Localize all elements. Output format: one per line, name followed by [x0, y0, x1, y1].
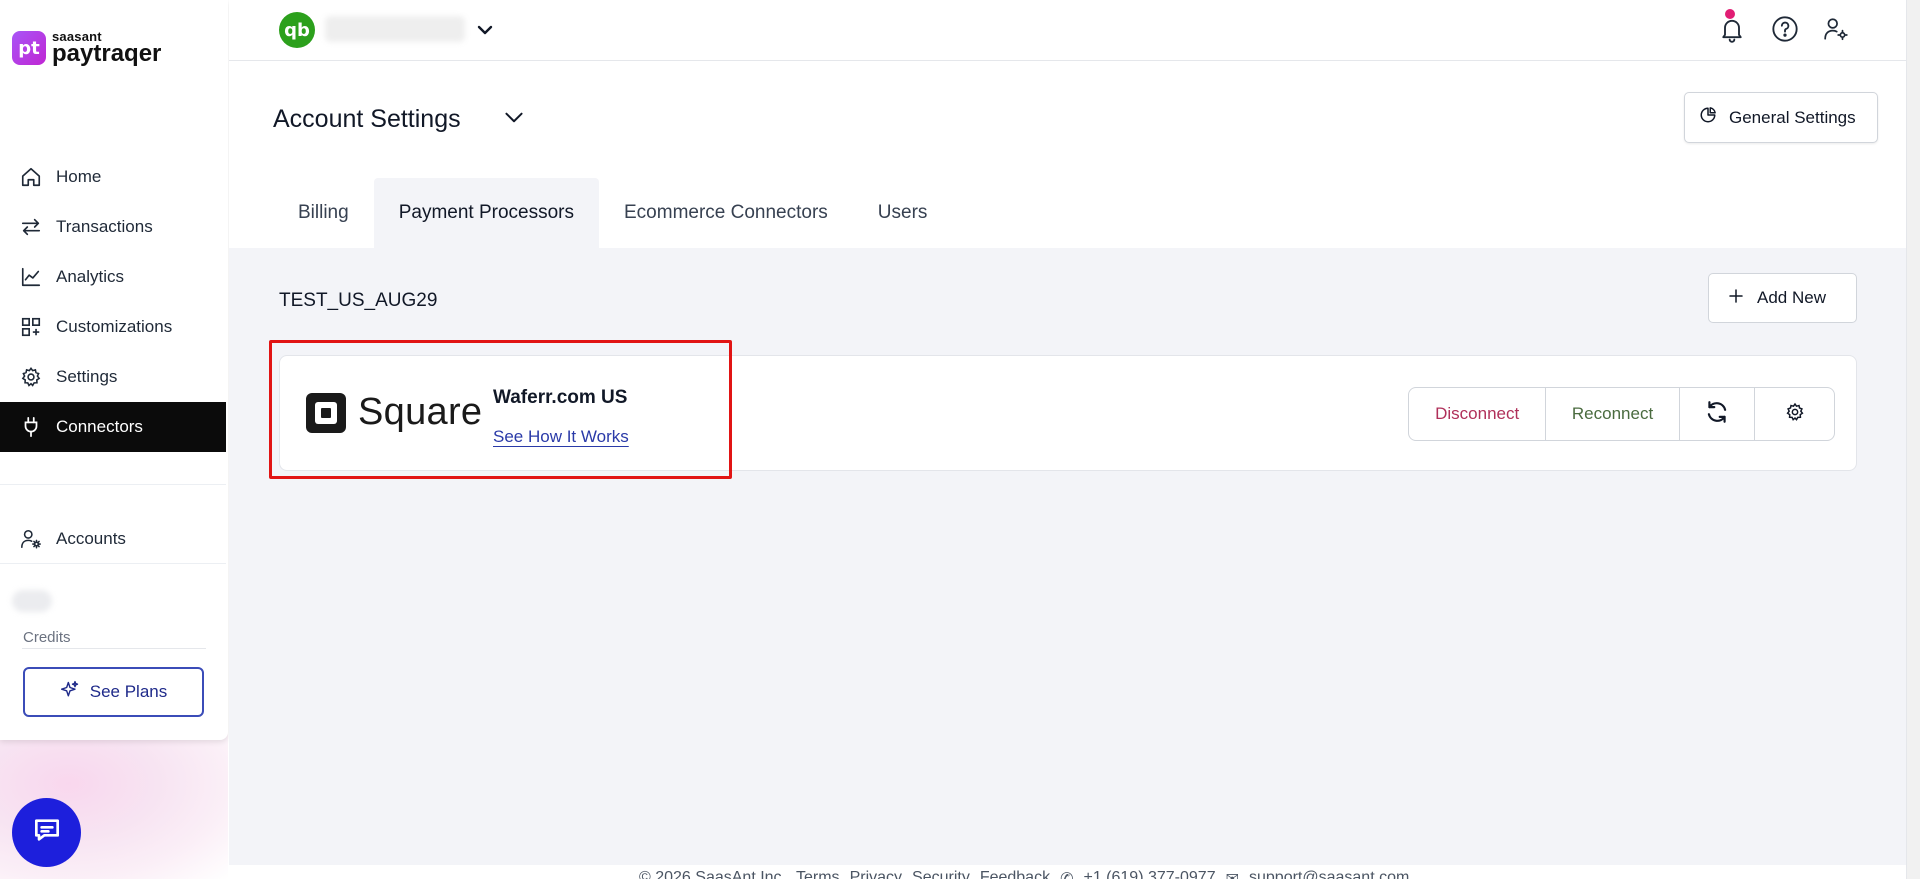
brand-logo[interactable]: pt saasant paytraqer — [12, 30, 161, 66]
sidebar-item-label: Connectors — [56, 417, 143, 436]
see-plans-label: See Plans — [89, 682, 168, 701]
page-title: Account Settings — [273, 105, 461, 133]
grid-plus-icon — [20, 316, 42, 338]
sidebar-item-analytics[interactable]: Analytics — [0, 252, 226, 302]
scrollbar[interactable] — [1906, 0, 1920, 879]
sidebar-item-label: Analytics — [56, 267, 125, 286]
logo-mark: pt — [12, 31, 46, 65]
reconnect-button[interactable]: Reconnect — [1546, 388, 1680, 440]
processor-actions: Disconnect Reconnect — [1408, 387, 1835, 441]
sidebar-item-accounts-wrap: Accounts — [0, 514, 226, 564]
settings-tabs: Billing Payment Processors Ecommerce Con… — [273, 178, 952, 248]
home-icon — [20, 166, 42, 188]
see-how-it-works-link[interactable]: See How It Works — [493, 427, 629, 447]
sidebar-divider — [0, 563, 226, 564]
sidebar-item-label: Transactions — [56, 217, 153, 236]
help-icon[interactable] — [1770, 14, 1800, 44]
footer-copyright: © 2026 SaasAnt Inc. — [639, 869, 786, 879]
chat-icon — [31, 814, 63, 851]
sidebar-item-accounts[interactable]: Accounts — [0, 514, 226, 564]
sidebar-item-settings[interactable]: Settings — [0, 352, 226, 402]
tab-billing[interactable]: Billing — [273, 178, 374, 248]
top-bar: qb — [229, 0, 1920, 61]
sidebar-item-label: Accounts — [56, 529, 126, 548]
disconnect-button[interactable]: Disconnect — [1409, 388, 1547, 440]
chart-icon — [20, 266, 42, 288]
sidebar-item-transactions[interactable]: Transactions — [0, 202, 226, 252]
user-settings-icon[interactable] — [1821, 14, 1851, 44]
logo-big-text: paytraqer — [52, 40, 162, 67]
add-new-label: Add New — [1757, 288, 1826, 307]
gear-icon — [20, 366, 42, 388]
blurred-credit-value — [12, 590, 52, 612]
plug-icon — [20, 416, 42, 438]
sidebar-item-label: Customizations — [56, 317, 173, 336]
footer-link-feedback[interactable]: Feedback — [980, 869, 1050, 879]
chat-button[interactable] — [12, 798, 81, 867]
sidebar: pt saasant paytraqer Home Transactions A… — [0, 0, 228, 879]
sidebar-divider — [0, 484, 226, 485]
quickbooks-logo: qb — [279, 12, 315, 48]
sidebar-item-home[interactable]: Home — [0, 152, 226, 202]
tab-payment-processors[interactable]: Payment Processors — [373, 178, 599, 248]
sidebar-panel: pt saasant paytraqer Home Transactions A… — [0, 0, 228, 740]
pie-chart-icon — [1699, 106, 1717, 129]
tab-content: TEST_US_AUG29 Add New Square Waferr.com … — [229, 248, 1920, 865]
footer: © 2026 SaasAnt Inc. Terms Privacy Securi… — [229, 865, 1920, 879]
provider-name: Square — [358, 391, 483, 433]
credits-divider — [22, 648, 206, 649]
general-settings-label: General Settings — [1729, 107, 1856, 127]
sidebar-item-connectors[interactable]: Connectors — [0, 402, 226, 452]
processor-account-name: Waferr.com US — [493, 387, 628, 408]
footer-phone[interactable]: +1 (619) 377-0977 — [1083, 869, 1215, 879]
sidebar-item-label: Settings — [56, 367, 118, 386]
sync-button[interactable] — [1680, 388, 1756, 440]
sync-icon — [1704, 399, 1730, 430]
notification-dot — [1725, 9, 1735, 19]
user-gear-icon — [20, 528, 42, 550]
footer-link-security[interactable]: Security — [912, 869, 970, 879]
processor-card: Square Waferr.com US See How It Works Di… — [279, 355, 1857, 471]
phone-icon: ✆ — [1060, 869, 1073, 879]
plus-icon — [1727, 287, 1745, 310]
see-plans-button[interactable]: See Plans — [23, 667, 204, 717]
gear-icon — [1785, 402, 1805, 427]
credits-label: Credits — [23, 629, 71, 646]
tab-users[interactable]: Users — [853, 178, 953, 248]
sidebar-item-customizations[interactable]: Customizations — [0, 302, 226, 352]
sparkle-icon — [60, 680, 80, 705]
footer-email[interactable]: support@saasant.com — [1249, 869, 1409, 879]
mail-icon: ✉ — [1226, 869, 1239, 879]
main-area: Account Settings General Settings Billin… — [229, 61, 1920, 879]
tab-ecommerce-connectors[interactable]: Ecommerce Connectors — [599, 178, 853, 248]
footer-link-privacy[interactable]: Privacy — [850, 869, 902, 879]
footer-link-terms[interactable]: Terms — [796, 869, 840, 879]
arrows-icon — [20, 216, 42, 238]
sidebar-nav: Home Transactions Analytics Customizatio… — [0, 152, 226, 452]
company-selector[interactable] — [325, 16, 465, 42]
processor-settings-button[interactable] — [1755, 388, 1834, 440]
square-logo-mark — [306, 392, 346, 433]
chevron-down-icon[interactable] — [501, 105, 527, 131]
account-name: TEST_US_AUG29 — [279, 290, 438, 311]
sidebar-item-label: Home — [56, 167, 102, 186]
chevron-down-icon[interactable] — [473, 18, 497, 42]
general-settings-button[interactable]: General Settings — [1684, 92, 1878, 143]
add-new-button[interactable]: Add New — [1708, 273, 1857, 323]
square-logo: Square — [306, 391, 482, 434]
